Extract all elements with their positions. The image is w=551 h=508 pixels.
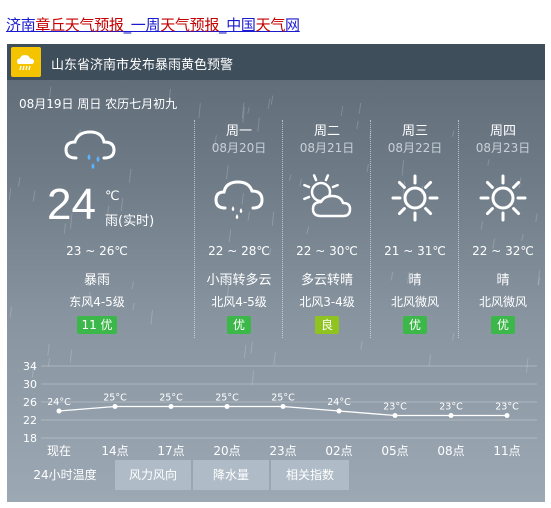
forecast-day[interactable]: 周二 08月21日 22 ~ 30℃ 多云转晴北风3-4级良: [283, 120, 371, 340]
rain-cloud-icon: [213, 172, 265, 224]
tab-temperature[interactable]: 24小时温度: [17, 460, 113, 490]
forecast-temp-range: 22 ~ 28℃: [208, 244, 270, 258]
tab-indices[interactable]: 相关指数: [271, 460, 349, 490]
forecast-date: 08月21日: [299, 141, 355, 155]
x-tick-label: 现在: [47, 444, 71, 458]
x-tick-label: 02点: [325, 444, 352, 458]
x-tick-label: 05点: [381, 444, 408, 458]
forecast-wind: 北风微风: [390, 295, 439, 309]
data-label: 25°C: [103, 393, 127, 404]
forecast-weather: 小雨转多云: [206, 273, 272, 288]
data-label: 23°C: [383, 402, 407, 413]
tab-precipitation[interactable]: 降水量: [193, 460, 269, 490]
rainstorm-warning-icon: [11, 47, 41, 77]
forecast-weekday: 周三: [401, 124, 428, 139]
forecast-wind: 北风微风: [478, 295, 527, 309]
x-tick-label: 23点: [269, 444, 296, 458]
forecast-date: 08月22日: [387, 141, 443, 155]
x-tick-label: 11点: [493, 444, 520, 458]
today-aqi-badge[interactable]: 11 优: [77, 316, 117, 334]
sun-icon: [389, 172, 441, 224]
title-part: 网: [285, 16, 300, 34]
forecast-weekday: 周一: [225, 124, 252, 139]
forecast-date: 08月20日: [211, 141, 267, 155]
data-label: 25°C: [215, 393, 239, 404]
forecast-weather: 晴: [408, 273, 422, 288]
data-point[interactable]: [448, 413, 454, 418]
today-weather: 暴雨: [83, 273, 110, 288]
forecast-wind: 北风3-4级: [299, 295, 355, 309]
data-point[interactable]: [56, 408, 62, 414]
warning-bar[interactable]: 山东省济南市发布暴雨黄色预警: [7, 44, 545, 80]
data-label: 23°C: [439, 402, 463, 413]
y-tick-label: 26: [23, 396, 37, 409]
forecast-day[interactable]: 周一 08月20日 22 ~ 28℃ 小雨转多云北风4-5级优: [195, 120, 283, 340]
forecast-aqi-badge[interactable]: 良: [315, 316, 339, 334]
title-part: _一周: [123, 16, 161, 34]
y-tick-label: 34: [23, 360, 37, 373]
forecast-weather: 晴: [496, 273, 510, 288]
title-part: 天气: [255, 16, 286, 34]
forecast-weekday: 周二: [313, 124, 340, 139]
data-point[interactable]: [168, 404, 174, 409]
weather-widget: 山东省济南市发布暴雨黄色预警 08月19日 周日 农历七月初九 24 ℃ 雨(实…: [7, 44, 545, 502]
current-temperature: 24: [47, 180, 96, 229]
forecast-temp-range: 22 ~ 30℃: [296, 244, 358, 258]
title-part: 天气预报: [160, 16, 220, 34]
data-point[interactable]: [336, 408, 342, 414]
rain-cloud-icon: [62, 130, 122, 174]
data-point[interactable]: [280, 404, 286, 409]
tab-wind[interactable]: 风力风向: [115, 460, 191, 490]
forecast-day[interactable]: 周四 08月23日 22 ~ 32℃ 晴北风微风优: [459, 120, 545, 340]
data-point[interactable]: [392, 413, 398, 418]
forecast-weekday: 周四: [489, 124, 516, 139]
data-label: 24°C: [327, 397, 351, 408]
data-point[interactable]: [224, 404, 230, 409]
data-label: 24°C: [47, 397, 71, 408]
forecast-aqi-badge[interactable]: 优: [403, 316, 427, 334]
forecast-aqi-badge[interactable]: 优: [491, 316, 515, 334]
page-title-link[interactable]: 济南章丘天气预报_一周天气预报_中国天气网: [6, 14, 300, 35]
x-tick-label: 20点: [213, 444, 240, 458]
today-temp-range: 23 ~ 26℃: [66, 244, 128, 258]
y-tick-label: 22: [23, 414, 37, 427]
data-label: 23°C: [495, 402, 519, 413]
title-part: 济南: [6, 16, 36, 34]
forecast-day[interactable]: 周三 08月22日 21 ~ 31℃ 晴北风微风优: [371, 120, 459, 340]
y-tick-label: 18: [23, 432, 37, 445]
forecast-date: 08月23日: [475, 141, 531, 155]
y-tick-label: 30: [23, 378, 37, 391]
data-label: 25°C: [271, 393, 295, 404]
data-label: 25°C: [159, 393, 183, 404]
chart-tabs: 24小时温度 风力风向 降水量 相关指数: [7, 460, 545, 490]
warning-text[interactable]: 山东省济南市发布暴雨黄色预警: [51, 54, 233, 73]
forecast-temp-range: 21 ~ 31℃: [384, 244, 446, 258]
data-point[interactable]: [112, 404, 118, 409]
forecast-aqi-badge[interactable]: 优: [227, 316, 251, 334]
current-condition: 雨(实时): [105, 214, 155, 229]
today-wind: 东风4-5级: [69, 295, 125, 309]
x-tick-label: 14点: [101, 444, 128, 458]
data-point[interactable]: [504, 413, 510, 418]
x-tick-label: 17点: [157, 444, 184, 458]
title-part: _中国: [219, 16, 256, 34]
current-date: 08月19日 周日 农历七月初九: [19, 97, 178, 111]
x-tick-label: 08点: [437, 444, 464, 458]
title-part: 章丘天气预报: [35, 16, 124, 34]
temperature-chart: 34 30 26 22 18 24°C 现在 25°C 14点 25°C 17点 25°C 20点 25°…: [23, 360, 537, 458]
temperature-unit: ℃: [105, 189, 120, 204]
forecast-wind: 北风4-5级: [211, 295, 267, 309]
forecast-weather: 多云转晴: [300, 273, 353, 288]
partly-cloudy-icon: [301, 172, 353, 224]
sun-icon: [477, 172, 529, 224]
forecast-temp-range: 22 ~ 32℃: [472, 244, 534, 258]
